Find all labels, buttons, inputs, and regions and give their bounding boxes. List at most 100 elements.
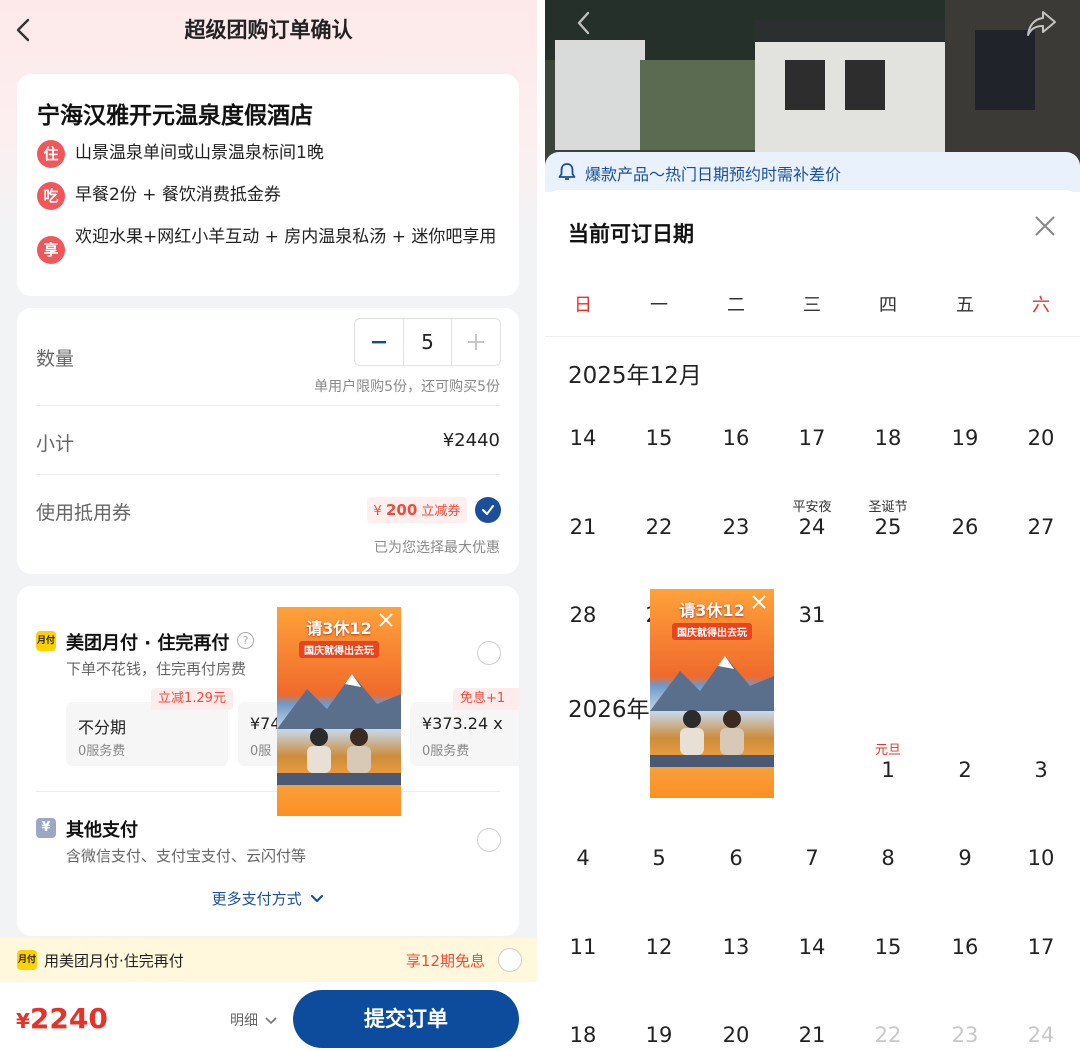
- ad-subtitle: 国庆就得出去玩: [299, 641, 379, 658]
- weekday-label: 六: [1032, 295, 1050, 316]
- calendar-day[interactable]: 14: [774, 935, 850, 959]
- checkout-bar: ¥2240 明细 提交订单: [0, 982, 537, 1051]
- coupon-amount: 200: [385, 501, 418, 519]
- quantity-value[interactable]: 5: [403, 319, 452, 365]
- calendar-day[interactable]: 8: [850, 846, 926, 870]
- back-arrow-icon[interactable]: [573, 8, 595, 42]
- calendar-day: 23: [951, 1023, 979, 1047]
- monthly-pay-icon: 月付: [17, 950, 37, 970]
- calendar-day[interactable]: 28: [545, 603, 621, 627]
- calendar-day[interactable]: 27: [1003, 515, 1079, 539]
- calendar-day[interactable]: 7: [774, 846, 850, 870]
- hotel-card: 宁海汉雅开元温泉度假酒店 住 山景温泉单间或山景温泉标间1晚 吃 早餐2份 + …: [17, 74, 519, 296]
- monthly-pay-promo: 享12期免息: [405, 952, 485, 970]
- calendar-day[interactable]: 1: [850, 758, 926, 782]
- close-icon[interactable]: [750, 593, 768, 611]
- installment-option-none[interactable]: 不分期 0服务费: [66, 702, 228, 766]
- installment-fee: 0服务费: [422, 744, 470, 759]
- calendar-day[interactable]: 18: [850, 426, 926, 450]
- meituan-pay-title: 美团月付 · 住完再付: [66, 633, 230, 654]
- calendar-day[interactable]: 15: [850, 935, 926, 959]
- bell-icon: [557, 162, 577, 186]
- calendar-day[interactable]: 3: [1003, 758, 1079, 782]
- close-icon[interactable]: [377, 611, 395, 629]
- more-payment-link[interactable]: 更多支付方式: [17, 888, 519, 909]
- calendar-day: 22: [874, 1023, 902, 1047]
- minus-icon: [372, 341, 387, 344]
- calendar-day[interactable]: 22: [621, 515, 697, 539]
- plus-button[interactable]: [452, 319, 500, 365]
- month-header: 2026年: [568, 697, 650, 723]
- weekday-label: 三: [803, 295, 821, 316]
- weekday-label: 一: [650, 295, 668, 316]
- calendar-day[interactable]: 23: [698, 515, 774, 539]
- monthly-pay-radio[interactable]: [498, 948, 522, 972]
- calendar-day[interactable]: 26: [927, 515, 1003, 539]
- calendar-day[interactable]: 21: [774, 1023, 850, 1047]
- coupon-label: 使用抵用券: [36, 502, 132, 524]
- share-icon[interactable]: [1025, 8, 1059, 42]
- weekday-label: 日: [574, 295, 592, 316]
- floating-ad[interactable]: 请3休12 国庆就得出去玩: [650, 589, 774, 808]
- other-pay-radio[interactable]: [477, 828, 501, 852]
- installment-fee: 0服务费: [78, 744, 126, 759]
- divider: [36, 474, 500, 475]
- close-icon[interactable]: [1033, 214, 1057, 238]
- calendar-day[interactable]: 6: [698, 846, 774, 870]
- calendar-day[interactable]: 16: [927, 935, 1003, 959]
- calendar-day[interactable]: 21: [545, 515, 621, 539]
- calendar-day[interactable]: 12: [621, 935, 697, 959]
- calendar-day[interactable]: 25: [850, 515, 926, 539]
- installment-main: ¥74: [250, 714, 281, 733]
- calendar-day[interactable]: 15: [621, 426, 697, 450]
- weekday-label: 五: [956, 295, 974, 316]
- calendar-day[interactable]: 20: [698, 1023, 774, 1047]
- calendar-day[interactable]: 20: [1003, 426, 1079, 450]
- minus-button[interactable]: [355, 319, 403, 365]
- holiday-label: 圣诞节: [868, 500, 908, 515]
- calendar-day[interactable]: 14: [545, 426, 621, 450]
- price-detail-button[interactable]: 明细: [230, 1010, 278, 1030]
- weekday-label: 二: [727, 295, 745, 316]
- calendar-day[interactable]: 19: [621, 1023, 697, 1047]
- installment-free-tag: 免息+1: [453, 688, 519, 710]
- meituan-pay-subtitle: 下单不花钱，住完再付房费: [66, 660, 247, 678]
- installment-main: 不分期: [78, 718, 127, 737]
- calendar-day[interactable]: 17: [774, 426, 850, 450]
- calendar-day[interactable]: 16: [698, 426, 774, 450]
- perk-text: 山景温泉单间或山景温泉标间1晚: [75, 143, 324, 163]
- quantity-label: 数量: [36, 348, 75, 370]
- subtotal-label: 小计: [36, 433, 75, 455]
- calendar-day[interactable]: 10: [1003, 846, 1079, 870]
- monthly-pay-bar[interactable]: 月付 用美团月付·住完再付 享12期免息: [0, 938, 537, 982]
- perk-badge: 吃: [37, 182, 65, 210]
- calendar-day[interactable]: 31: [774, 603, 850, 627]
- calendar-day[interactable]: 5: [621, 846, 697, 870]
- floating-ad[interactable]: 请3休12 国庆就得出去玩: [277, 607, 401, 826]
- other-pay-title: 其他支付: [66, 820, 138, 841]
- coupon-tag[interactable]: ¥ 200 立减券: [367, 497, 467, 523]
- calendar-day[interactable]: 11: [545, 935, 621, 959]
- sheet-title: 当前可订日期: [568, 222, 694, 246]
- coupon-checkbox[interactable]: [475, 497, 501, 523]
- submit-order-button[interactable]: 提交订单: [293, 990, 519, 1048]
- perk-text: 早餐2份 + 餐饮消费抵金券: [75, 185, 281, 205]
- holiday-label: 平安夜: [792, 500, 832, 515]
- coupon-hint: 已为您选择最大优惠: [374, 540, 500, 556]
- calendar-day[interactable]: 17: [1003, 935, 1079, 959]
- calendar-day[interactable]: 24: [774, 515, 850, 539]
- installment-option-interest-free[interactable]: ¥373.24 x 0服务费: [410, 702, 519, 766]
- help-icon[interactable]: ?: [237, 632, 254, 649]
- meituan-pay-radio[interactable]: [477, 641, 501, 665]
- calendar-day[interactable]: 19: [927, 426, 1003, 450]
- calendar-day[interactable]: 13: [698, 935, 774, 959]
- divider: [36, 791, 500, 792]
- calendar-day[interactable]: 4: [545, 846, 621, 870]
- ad-people-image: [307, 728, 371, 773]
- calendar-day[interactable]: 9: [927, 846, 1003, 870]
- other-pay-subtitle: 含微信支付、支付宝支付、云闪付等: [66, 847, 307, 865]
- check-icon: [482, 505, 494, 515]
- chevron-down-icon: [265, 1017, 278, 1025]
- calendar-day[interactable]: 18: [545, 1023, 621, 1047]
- calendar-day[interactable]: 2: [927, 758, 1003, 782]
